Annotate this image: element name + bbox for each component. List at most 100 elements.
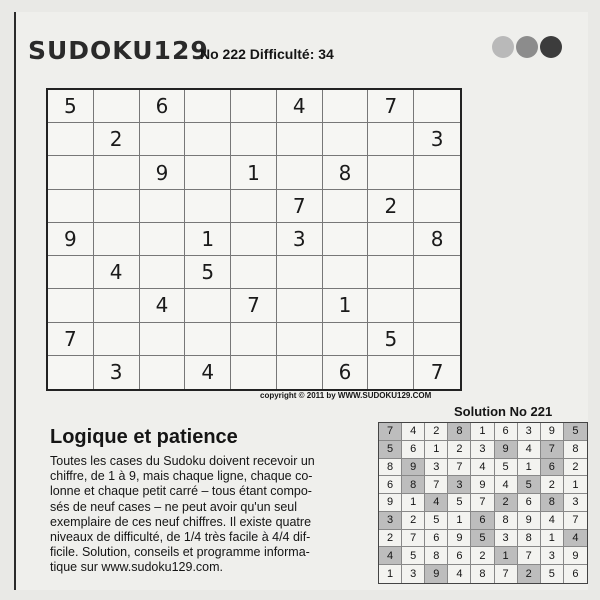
- puzzle-cell: [139, 222, 186, 257]
- solution-cell: 3: [494, 529, 518, 548]
- solution-cell: 1: [517, 458, 541, 477]
- puzzle-cell: [368, 256, 415, 290]
- solution-cell: 2: [425, 423, 449, 441]
- solution-cell: 4: [448, 565, 472, 583]
- puzzle-cell: 3: [276, 222, 323, 257]
- puzzle-cell: [93, 156, 140, 190]
- solution-cell: 5: [541, 565, 564, 583]
- puzzle-cell: [322, 256, 369, 290]
- solution-cell: 8: [540, 494, 564, 512]
- solution-cell: 1: [540, 529, 564, 548]
- copyright-text: copyright © 2011 by WWW.SUDOKU129.COM: [260, 391, 432, 400]
- solution-cell: 8: [494, 511, 518, 530]
- solution-cell: 6: [517, 494, 541, 512]
- solution-cell: 3: [563, 494, 587, 512]
- puzzle-cell: 3: [94, 355, 140, 389]
- puzzle-cell: [322, 322, 369, 356]
- solution-cell: 8: [471, 565, 495, 583]
- solution-cell: 6: [494, 423, 518, 441]
- solution-cell: 9: [471, 476, 495, 495]
- solution-cell: 5: [563, 423, 587, 441]
- puzzle-cell: 4: [185, 355, 232, 389]
- puzzle-cell: [185, 90, 232, 124]
- solution-cell: 9: [494, 440, 518, 459]
- solution-cell: 3: [425, 458, 449, 477]
- solution-title: Solution No 221: [454, 404, 553, 419]
- difficulty-dot-icon: [492, 36, 514, 58]
- solution-cell: 7: [448, 458, 472, 477]
- solution-cell: 1: [379, 565, 403, 583]
- article-line: chiffre, de 1 à 9, mais chaque ligne, ch…: [50, 469, 313, 484]
- solution-cell: 3: [379, 511, 403, 530]
- solution-cell: 1: [425, 440, 449, 459]
- solution-cell: 3: [517, 423, 541, 441]
- puzzle-cell: 4: [93, 256, 140, 290]
- puzzle-cell: [276, 156, 323, 190]
- puzzle-cell: [139, 123, 186, 157]
- puzzle-cell: [231, 123, 277, 157]
- article-line: niveaux de difficulté, de 1/4 très facil…: [50, 530, 311, 545]
- solution-cell: 3: [448, 476, 472, 495]
- solution-cell: 1: [448, 511, 472, 530]
- puzzle-cell: [139, 189, 186, 223]
- puzzle-cell: [368, 123, 415, 157]
- solution-cell: 8: [517, 529, 541, 548]
- puzzle-cell: [93, 90, 140, 124]
- article-body: Toutes les cases du Sudoku doivent recev…: [50, 454, 365, 576]
- puzzle-cell: [93, 289, 140, 323]
- solution-cell: 5: [402, 547, 426, 566]
- solution-cell: 9: [563, 547, 587, 566]
- solution-cell: 5: [379, 440, 403, 459]
- solution-cell: 4: [425, 494, 449, 512]
- puzzle-cell: [277, 355, 323, 389]
- puzzle-cell: [139, 322, 186, 356]
- puzzle-cell: 5: [368, 322, 415, 356]
- puzzle-cell: 5: [185, 256, 232, 290]
- puzzle-cell: [48, 289, 94, 323]
- solution-cell: 8: [402, 476, 426, 495]
- puzzle-cell: [185, 156, 232, 190]
- puzzle-cell: 2: [368, 189, 415, 223]
- puzzle-cell: [322, 189, 369, 223]
- puzzle-cell: [231, 222, 277, 257]
- puzzle-cell: 2: [93, 123, 140, 157]
- solution-cell: 3: [471, 440, 495, 459]
- solution-cell: 2: [379, 529, 403, 548]
- puzzle-cell: [414, 323, 460, 356]
- solution-cell: 9: [425, 565, 449, 583]
- puzzle-cell: 7: [368, 90, 415, 124]
- puzzle-cell: 6: [139, 90, 186, 124]
- difficulty-dot-icon: [540, 36, 562, 58]
- puzzle-cell: 1: [231, 156, 277, 190]
- solution-cell: 8: [425, 547, 449, 566]
- article-line: sés de neuf cases – ne peut avoir qu'un …: [50, 499, 297, 514]
- solution-cell: 6: [425, 529, 449, 548]
- solution-cell: 3: [402, 565, 426, 583]
- solution-cell: 1: [402, 494, 426, 512]
- solution-cell: 8: [379, 458, 403, 477]
- solution-cell: 7: [540, 440, 564, 459]
- puzzle-cell: [185, 289, 232, 323]
- puzzle-cell: 9: [48, 222, 94, 257]
- puzzle-cell: [276, 256, 323, 290]
- solution-cell: 5: [517, 476, 541, 495]
- puzzle-cell: 1: [322, 289, 369, 323]
- article-title: Logique et patience: [50, 426, 238, 448]
- sudoku-puzzle-grid: 56472391872913845471753467: [46, 88, 462, 391]
- puzzle-number-difficulty: No 222 Difficulté: 34: [200, 46, 334, 62]
- puzzle-cell: 7: [276, 189, 323, 223]
- puzzle-cell: 4: [139, 289, 186, 323]
- puzzle-cell: [322, 90, 369, 124]
- puzzle-cell: [368, 355, 415, 389]
- solution-cell: 2: [540, 476, 564, 495]
- puzzle-cell: [139, 256, 186, 290]
- solution-cell: 4: [563, 529, 587, 548]
- solution-cell: 4: [517, 440, 541, 459]
- article-line: exemplaire de ces neuf chiffres. Il exis…: [50, 514, 312, 529]
- solution-cell: 9: [379, 494, 403, 512]
- puzzle-cell: [276, 123, 323, 157]
- solution-cell: 4: [540, 511, 564, 530]
- solution-cell: 2: [471, 547, 495, 566]
- solution-cell: 6: [379, 476, 403, 495]
- solution-cell: 9: [448, 529, 472, 548]
